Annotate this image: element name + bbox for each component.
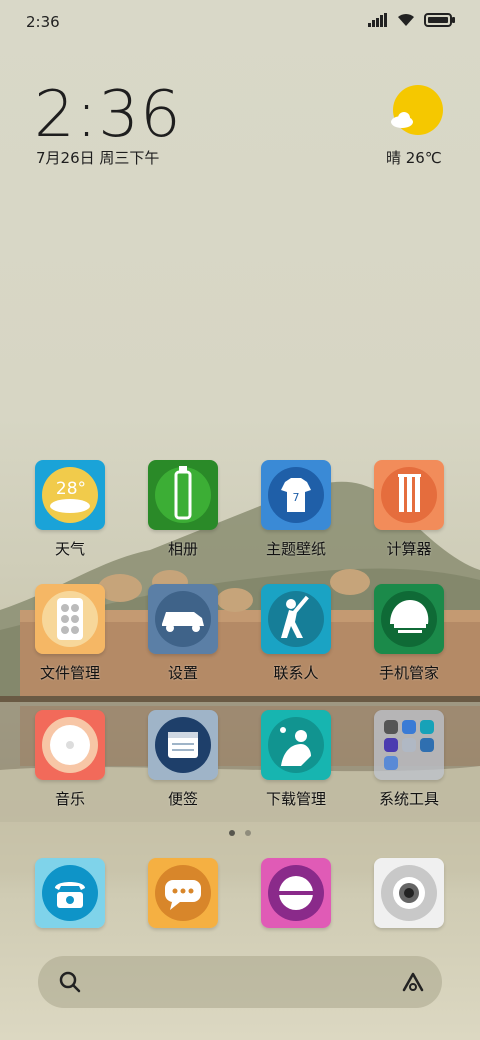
- clock-widget-time[interactable]: 2:36: [34, 78, 182, 152]
- app-label: 文件管理: [39, 664, 100, 682]
- app-file-manager[interactable]: 文件管理: [20, 584, 120, 696]
- cricket-bat-icon: [148, 460, 218, 530]
- page-dot-2[interactable]: [245, 830, 251, 836]
- assistant-icon[interactable]: [400, 970, 426, 998]
- notes-icon: [148, 710, 218, 780]
- app-phone-manager[interactable]: 手机管家: [359, 584, 459, 696]
- camera-icon[interactable]: [374, 858, 444, 928]
- disc-icon: [35, 710, 105, 780]
- pills-icon: [35, 584, 105, 654]
- app-contacts[interactable]: 联系人: [246, 584, 346, 696]
- app-label: 天气: [54, 540, 85, 558]
- app-calculator[interactable]: 计算器: [359, 460, 459, 572]
- app-notes[interactable]: 便签: [133, 710, 233, 822]
- app-label: 下载管理: [265, 790, 326, 808]
- app-label: 相册: [167, 540, 198, 558]
- app-label: 手机管家: [378, 664, 439, 682]
- app-label: 便签: [167, 790, 198, 808]
- app-label: 系统工具: [378, 790, 439, 808]
- app-weather[interactable]: 28° 天气: [20, 460, 120, 572]
- car-icon: [148, 584, 218, 654]
- jersey-icon: 7: [261, 460, 331, 530]
- batsman-icon: [261, 584, 331, 654]
- app-settings[interactable]: 设置: [133, 584, 233, 696]
- app-label: 联系人: [273, 664, 319, 682]
- helmet-icon: [374, 584, 444, 654]
- signal-icon: [368, 12, 388, 31]
- app-label: 设置: [167, 664, 198, 682]
- catch-icon: [261, 710, 331, 780]
- jersey-badge: 7: [293, 491, 300, 504]
- weather-badge: 28°: [56, 479, 86, 499]
- app-label: 主题壁纸: [265, 540, 326, 558]
- status-bar: 2:36: [0, 0, 480, 42]
- app-label: 音乐: [54, 790, 85, 808]
- clock-widget-date: 7月26日 周三下午: [36, 149, 160, 167]
- status-time: 2:36: [26, 13, 60, 31]
- page-dot-1[interactable]: [229, 830, 235, 836]
- telephone-icon[interactable]: [35, 858, 105, 928]
- weather-icon: 28°: [35, 460, 105, 530]
- stumps-icon: [374, 460, 444, 530]
- wifi-icon: [396, 12, 416, 31]
- app-label: 计算器: [386, 540, 432, 558]
- search-bar[interactable]: [38, 956, 442, 1008]
- app-music[interactable]: 音乐: [20, 710, 120, 822]
- sun-cloud-icon[interactable]: [390, 84, 444, 138]
- app-system-tools[interactable]: 系统工具: [359, 710, 459, 822]
- page-indicator[interactable]: [0, 830, 480, 836]
- battery-icon: [424, 12, 456, 31]
- weather-widget-text[interactable]: 晴 26℃: [386, 147, 442, 168]
- app-gallery[interactable]: 相册: [133, 460, 233, 572]
- app-downloads[interactable]: 下载管理: [246, 710, 346, 822]
- chat-bubble-icon[interactable]: [148, 858, 218, 928]
- search-icon[interactable]: [58, 970, 82, 998]
- folder-icon: [374, 710, 444, 780]
- app-themes[interactable]: 7 主题壁纸: [246, 460, 346, 572]
- cricket-ball-icon[interactable]: [261, 858, 331, 928]
